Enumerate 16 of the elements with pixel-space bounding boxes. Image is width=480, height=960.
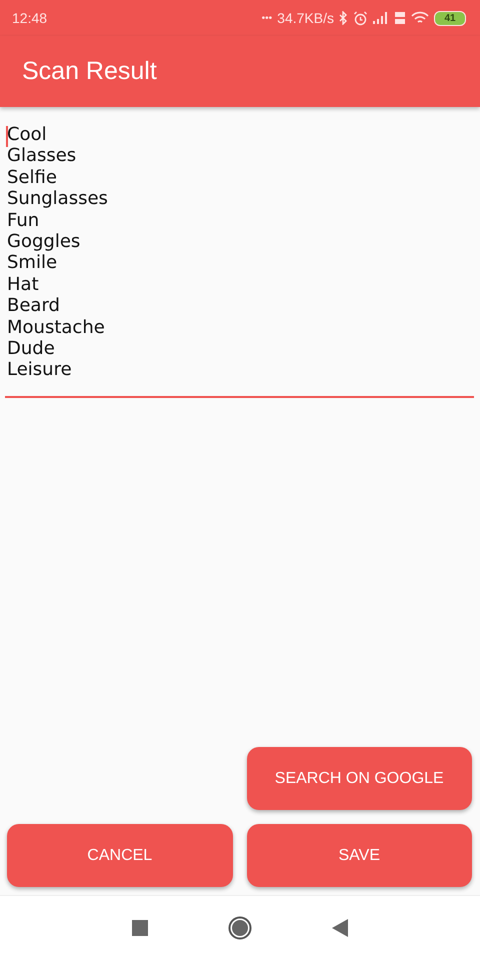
volte-icon — [394, 11, 406, 25]
home-icon[interactable] — [228, 916, 252, 940]
action-button[interactable]: SAVE — [246, 824, 472, 887]
more-dots: ••• — [262, 12, 272, 24]
clock: 12:48 — [12, 10, 48, 26]
battery-icon: 41 — [434, 10, 466, 26]
text-field[interactable]: Cool Glasses Selfie Sunglasses Fun Goggles Smile Hat Beard Moustache Dude Leisure — [5, 117, 474, 398]
wifi-icon — [411, 11, 429, 25]
bluetooth-icon — [339, 11, 348, 25]
back-icon[interactable] — [332, 919, 348, 937]
action-button[interactable]: CANCEL — [7, 824, 232, 887]
signal-icon — [373, 12, 389, 24]
action-button[interactable]: SEARCH ON GOOGLE — [246, 747, 472, 810]
screen-title: Scan Result — [22, 57, 157, 86]
alarm-icon — [353, 10, 368, 26]
network-speed: 34.7KB/s — [277, 10, 334, 26]
